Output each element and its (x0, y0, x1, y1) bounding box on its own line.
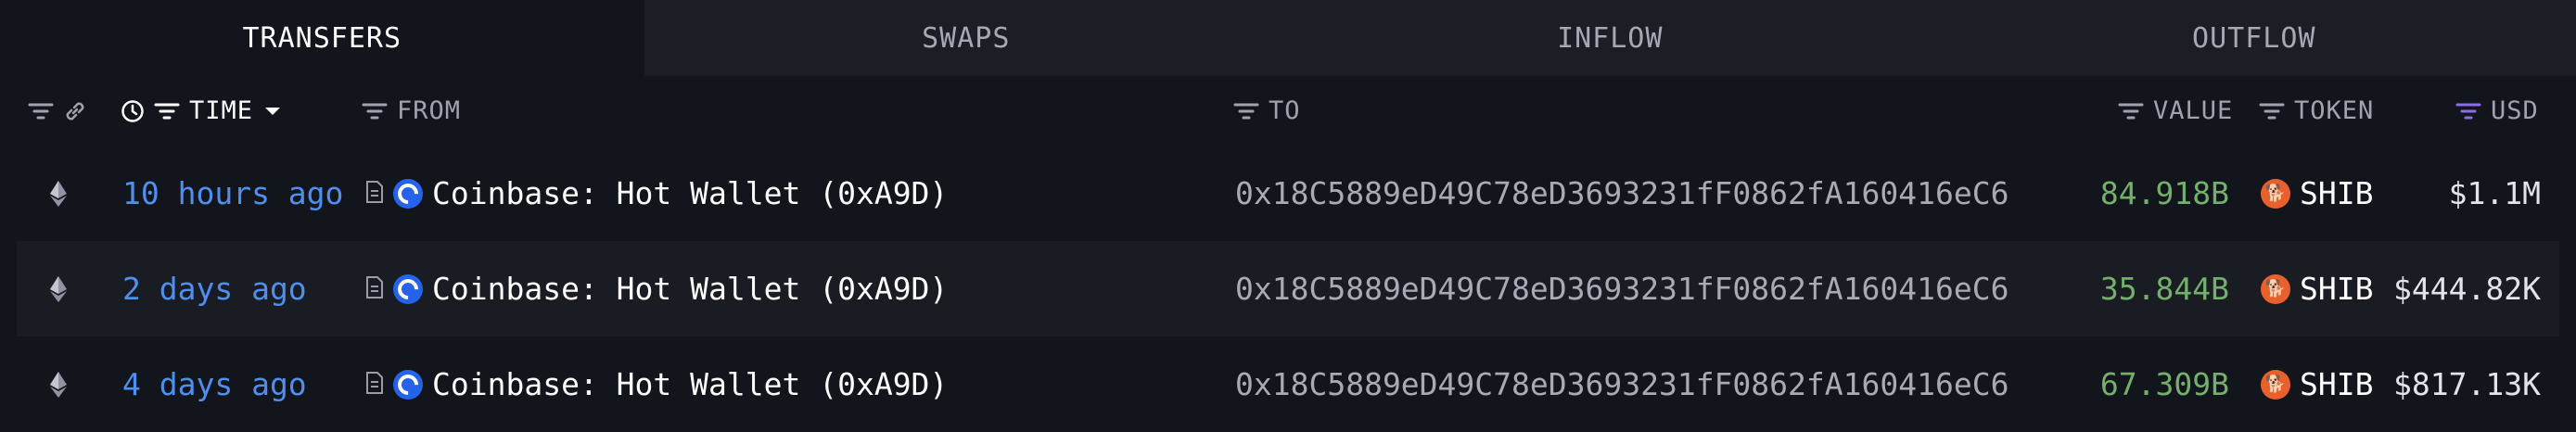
token-header-label: TOKEN (2294, 96, 2374, 125)
chain-filter-group (28, 76, 87, 146)
value-header-label: VALUE (2153, 96, 2233, 125)
shib-token-icon: 🐕 (2261, 370, 2290, 400)
to-column-header[interactable]: TO (1233, 76, 1301, 146)
tab-transfers[interactable]: TRANSFERS (0, 0, 644, 76)
filter-icon[interactable] (2455, 102, 2481, 121)
table-row[interactable]: 4 days ago Coinbase: Hot Wallet (0xA9D) … (0, 337, 2576, 432)
usd-column-header[interactable]: USD (2455, 76, 2539, 146)
time-link[interactable]: 4 days ago (122, 337, 307, 432)
filter-icon[interactable] (28, 102, 54, 121)
from-address[interactable]: Coinbase: Hot Wallet (0xA9D) (365, 146, 948, 241)
from-address[interactable]: Coinbase: Hot Wallet (0xA9D) (365, 337, 948, 432)
tab-bar: TRANSFERS SWAPS INFLOW OUTFLOW (0, 0, 2576, 76)
time-column-header[interactable]: TIME (121, 76, 283, 146)
time-header-label: TIME (189, 96, 253, 125)
transfers-table: 10 hours ago Coinbase: Hot Wallet (0xA9D… (0, 146, 2576, 432)
token-column-header[interactable]: TOKEN (2259, 76, 2374, 146)
table-row[interactable]: 10 hours ago Coinbase: Hot Wallet (0xA9D… (0, 146, 2576, 241)
usd-amount: $1.1M (2449, 146, 2541, 241)
ethereum-icon (48, 241, 69, 337)
link-icon[interactable] (63, 99, 87, 123)
from-label: Coinbase: Hot Wallet (0xA9D) (432, 271, 948, 307)
usd-amount: $444.82K (2393, 241, 2541, 337)
token-link[interactable]: 🐕 SHIB (2261, 337, 2373, 432)
value-amount: 67.309B (2100, 337, 2229, 432)
filter-icon[interactable] (362, 102, 388, 121)
value-column-header[interactable]: VALUE (2118, 76, 2233, 146)
token-symbol: SHIB (2300, 175, 2373, 211)
time-link[interactable]: 2 days ago (122, 241, 307, 337)
tab-inflow[interactable]: INFLOW (1288, 0, 1932, 76)
filter-icon[interactable] (1233, 102, 1259, 121)
sort-desc-icon[interactable] (262, 105, 283, 118)
token-link[interactable]: 🐕 SHIB (2261, 146, 2373, 241)
from-header-label: FROM (397, 96, 461, 125)
from-label: Coinbase: Hot Wallet (0xA9D) (432, 175, 948, 211)
time-link[interactable]: 10 hours ago (122, 146, 343, 241)
table-header: TIME FROM TO VALUE TOKEN USD (0, 76, 2576, 146)
from-address[interactable]: Coinbase: Hot Wallet (0xA9D) (365, 241, 948, 337)
to-header-label: TO (1269, 96, 1301, 125)
filter-icon[interactable] (2118, 102, 2144, 121)
token-symbol: SHIB (2300, 366, 2373, 402)
usd-amount: $817.13K (2393, 337, 2541, 432)
to-address[interactable]: 0x18C5889eD49C78eD3693231fF0862fA160416e… (1235, 337, 2009, 432)
filter-icon[interactable] (2259, 102, 2285, 121)
filter-icon[interactable] (154, 102, 180, 121)
clock-icon (121, 99, 145, 123)
shib-token-icon: 🐕 (2261, 179, 2290, 209)
token-link[interactable]: 🐕 SHIB (2261, 241, 2373, 337)
table-row[interactable]: 2 days ago Coinbase: Hot Wallet (0xA9D) … (17, 241, 2559, 337)
tab-swaps[interactable]: SWAPS (644, 0, 1289, 76)
document-icon[interactable] (365, 175, 384, 211)
coinbase-icon (393, 274, 423, 304)
from-column-header[interactable]: FROM (362, 76, 461, 146)
coinbase-icon (393, 370, 423, 400)
document-icon[interactable] (365, 366, 384, 402)
shib-token-icon: 🐕 (2261, 274, 2290, 304)
coinbase-icon (393, 179, 423, 209)
to-address[interactable]: 0x18C5889eD49C78eD3693231fF0862fA160416e… (1235, 146, 2009, 241)
ethereum-icon (48, 337, 69, 432)
token-symbol: SHIB (2300, 271, 2373, 307)
to-address[interactable]: 0x18C5889eD49C78eD3693231fF0862fA160416e… (1235, 241, 2009, 337)
usd-header-label: USD (2491, 96, 2539, 125)
tab-outflow[interactable]: OUTFLOW (1932, 0, 2576, 76)
from-label: Coinbase: Hot Wallet (0xA9D) (432, 366, 948, 402)
value-amount: 84.918B (2100, 146, 2229, 241)
ethereum-icon (48, 146, 69, 241)
document-icon[interactable] (365, 271, 384, 307)
value-amount: 35.844B (2100, 241, 2229, 337)
